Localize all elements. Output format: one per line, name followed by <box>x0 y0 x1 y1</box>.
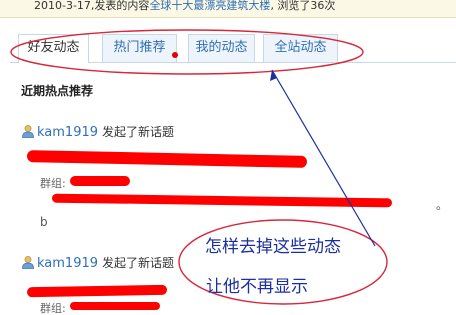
user-icon <box>21 255 35 269</box>
feed-text-fragment: b <box>40 215 48 229</box>
redaction-scribble <box>70 176 130 186</box>
tab-friends-feed[interactable]: 好友动态 <box>18 34 89 63</box>
user-icon <box>21 124 35 138</box>
section-title: 近期热点推荐 <box>21 84 94 98</box>
redaction-scribble <box>51 193 393 208</box>
feed-item: kam1919 发起了新话题 <box>21 124 174 140</box>
tab-site-feed[interactable]: 全站动态 <box>263 34 338 62</box>
feed-action: 发起了新话题 <box>102 256 175 270</box>
redaction-scribble <box>70 302 160 310</box>
top-bar-prefix: 2010-3-17,发表的内容 <box>34 0 150 12</box>
feed-item: kam1919 发起了新话题 <box>21 255 174 271</box>
feed-group-label: 群组: <box>40 177 66 190</box>
annotation-text: 怎样去掉这些动态 <box>205 237 341 257</box>
feed-username[interactable]: kam1919 <box>37 125 98 140</box>
feed-text-period: 。 <box>436 198 449 212</box>
tab-hot-recommend[interactable]: 热门推荐 <box>102 34 177 62</box>
feed-action: 发起了新话题 <box>102 125 175 139</box>
redaction-scribble <box>26 284 168 298</box>
feed-group-label: 群组: <box>40 302 66 315</box>
feed-username[interactable]: kam1919 <box>37 256 98 271</box>
tab-my-feed[interactable]: 我的动态 <box>188 34 255 62</box>
top-bar-suffix: , 浏览了36次 <box>270 0 336 12</box>
top-bar-link[interactable]: 全球十大最漂亮建筑大楼 <box>149 0 270 12</box>
feed-tabs: 好友动态 热门推荐 我的动态 全站动态 <box>10 29 456 63</box>
annotation-text: 让他不再显示 <box>206 277 308 297</box>
notification-dot <box>172 52 178 58</box>
redaction-scribble <box>26 150 308 168</box>
top-info-bar: 2010-3-17,发表的内容全球十大最漂亮建筑大楼, 浏览了36次 <box>0 0 456 18</box>
